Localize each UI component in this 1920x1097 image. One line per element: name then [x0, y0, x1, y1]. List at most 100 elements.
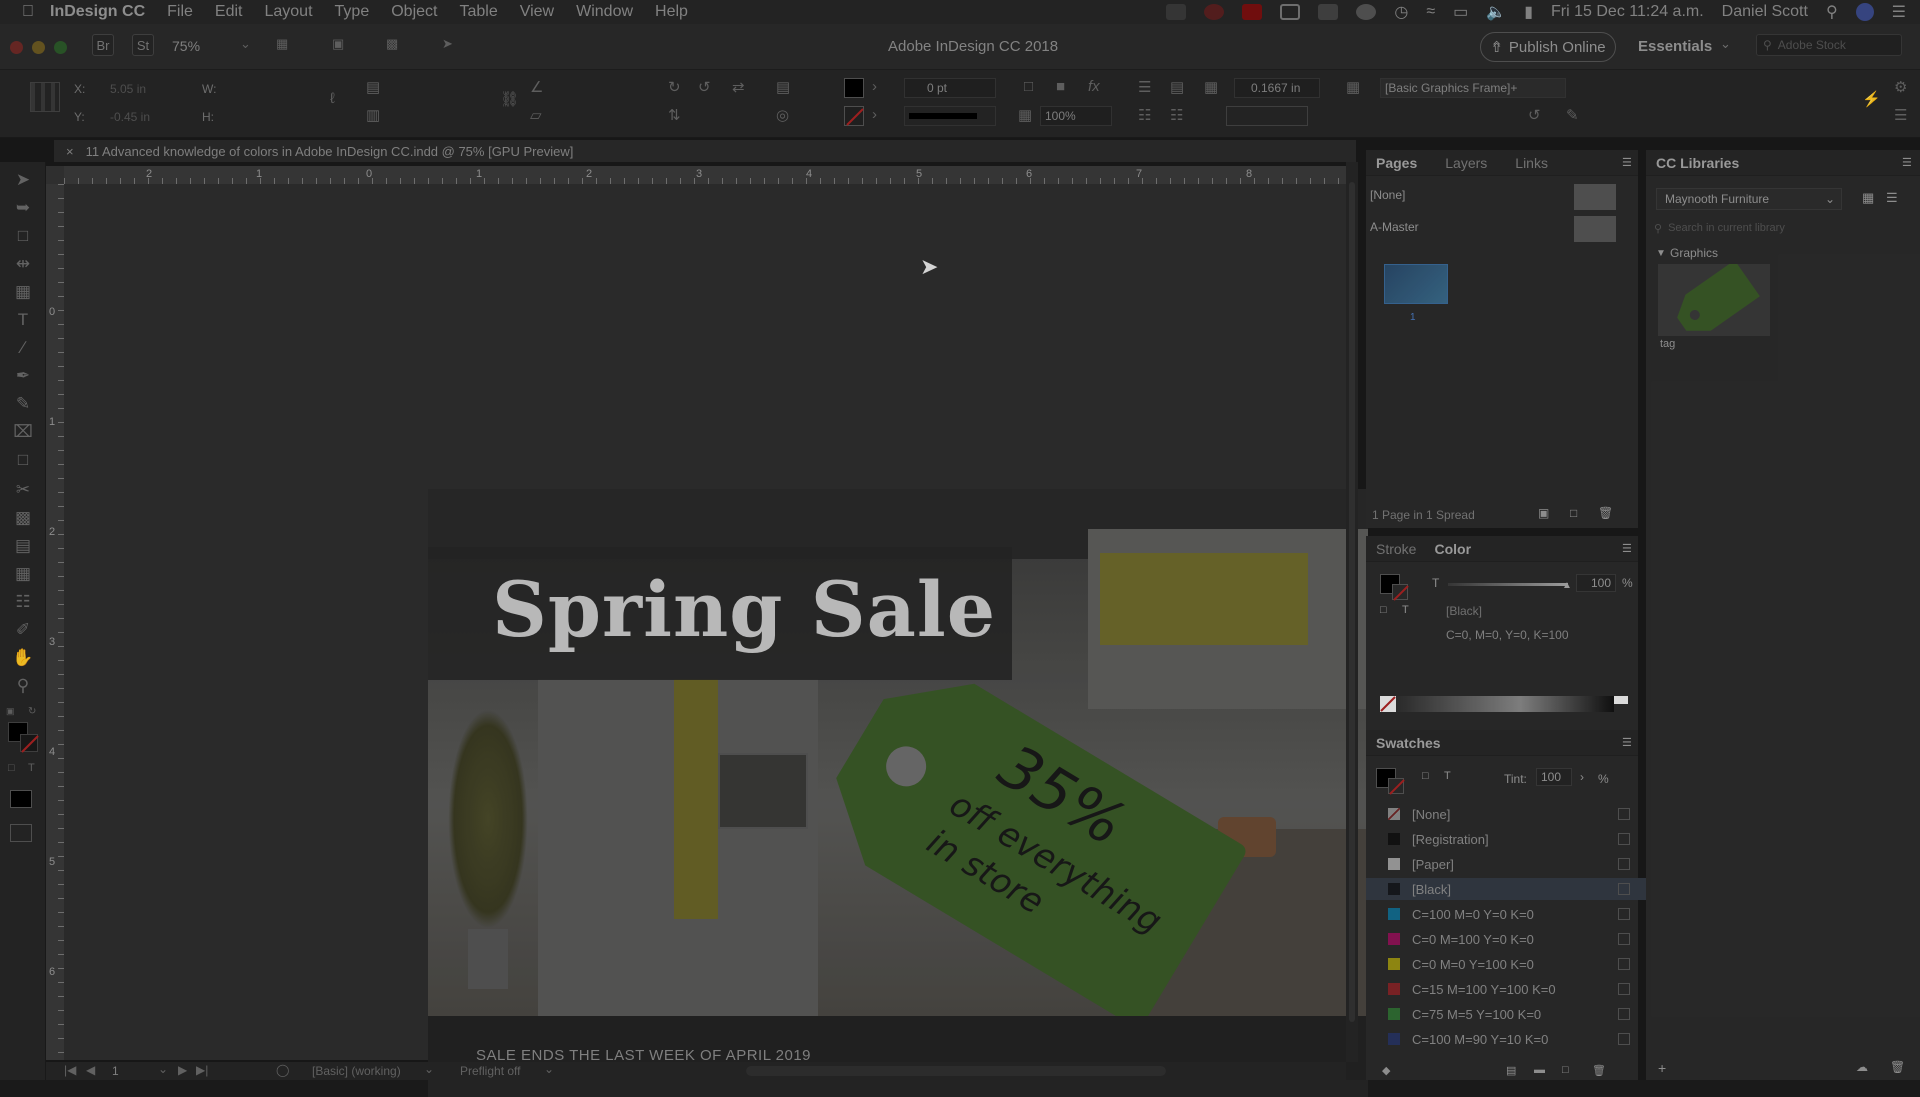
- fill-dropdown-icon[interactable]: ›: [872, 78, 877, 95]
- swatch-options-icon[interactable]: ▬: [1534, 1064, 1545, 1076]
- formatting-text-icon[interactable]: T: [28, 762, 35, 774]
- workspace-dropdown-icon[interactable]: ⌄: [1720, 36, 1731, 52]
- workspace-switcher[interactable]: Essentials: [1638, 38, 1712, 55]
- tab-links[interactable]: Links: [1515, 155, 1548, 171]
- horizontal-scrollbar[interactable]: [746, 1066, 1166, 1076]
- tag-asset-thumbnail[interactable]: [1658, 264, 1770, 336]
- text-wrap-icon[interactable]: ☰: [1138, 78, 1151, 96]
- preflight-status[interactable]: Preflight off: [460, 1064, 520, 1078]
- stroke-swatch[interactable]: [844, 106, 864, 126]
- page-tool-icon[interactable]: □: [12, 226, 34, 246]
- frame-fitting-icon[interactable]: □: [1024, 78, 1033, 95]
- show-swatch-kinds-icon[interactable]: ◆: [1382, 1064, 1390, 1077]
- corner-shape-dropdown[interactable]: [1226, 106, 1308, 126]
- reference-point-icon[interactable]: [30, 82, 60, 112]
- default-fill-stroke-icon[interactable]: ▣: [6, 706, 15, 717]
- clock-text[interactable]: Fri 15 Dec 11:24 a.m.: [1551, 3, 1704, 21]
- add-content-icon[interactable]: +: [1658, 1060, 1666, 1076]
- flip-vertical-icon[interactable]: ⇅: [668, 106, 681, 124]
- last-page-icon[interactable]: ▶|: [196, 1063, 208, 1077]
- shear-angle-icon[interactable]: ▱: [530, 106, 542, 124]
- stock-button[interactable]: St: [132, 34, 154, 56]
- new-color-group-icon[interactable]: ▤: [1506, 1064, 1516, 1077]
- panel-menu-icon[interactable]: ☰: [1622, 542, 1632, 555]
- zoom-window-button[interactable]: [54, 41, 67, 54]
- panel-menu-icon[interactable]: ☰: [1902, 156, 1912, 169]
- effects-fx-icon[interactable]: fx: [1088, 78, 1100, 95]
- display-icon[interactable]: [1280, 4, 1301, 20]
- page-1-thumbnail[interactable]: [1384, 264, 1448, 304]
- flip-horizontal-icon[interactable]: ⇄: [732, 78, 745, 96]
- lightning-icon[interactable]: ⚡: [1862, 90, 1881, 108]
- zoom-dropdown-icon[interactable]: ⌄: [240, 36, 251, 52]
- swatch-row[interactable]: C=0 M=100 Y=0 K=0: [1366, 928, 1646, 950]
- menu-table[interactable]: Table: [459, 3, 497, 21]
- canvas-vertical-scrollbar[interactable]: [1346, 162, 1358, 1062]
- volume-icon[interactable]: 🔈: [1486, 2, 1506, 22]
- formatting-container-icon[interactable]: □: [1380, 604, 1387, 616]
- drop-shadow-icon[interactable]: ■: [1056, 78, 1065, 95]
- spotlight-search-icon[interactable]: ⚲: [1826, 2, 1838, 22]
- close-document-icon[interactable]: ×: [66, 144, 74, 159]
- edit-page-size-icon[interactable]: ▣: [1538, 506, 1549, 520]
- stroke-type-dropdown[interactable]: [904, 106, 996, 126]
- battery-icon[interactable]: ▮: [1524, 2, 1533, 22]
- pencil-tool-icon[interactable]: ✎: [12, 394, 34, 414]
- rectangle-tool-icon[interactable]: □: [12, 450, 34, 470]
- color-stroke-box[interactable]: [1392, 584, 1409, 601]
- swatch-row[interactable]: C=100 M=90 Y=10 K=0: [1366, 1028, 1646, 1050]
- libraries-title[interactable]: CC Libraries: [1656, 155, 1739, 171]
- eyedropper-tool-icon[interactable]: ✐: [12, 620, 34, 640]
- rotate-angle-icon[interactable]: ∠: [530, 78, 543, 96]
- arrange-documents-icon[interactable]: ▩: [386, 36, 398, 52]
- screen-mode-button[interactable]: [10, 824, 32, 842]
- apple-menu-icon[interactable]: : [22, 3, 50, 21]
- swatch-row[interactable]: C=0 M=0 Y=100 K=0: [1366, 953, 1646, 975]
- y-value[interactable]: -0.45 in: [110, 110, 150, 124]
- master-none-label[interactable]: [None]: [1370, 188, 1405, 202]
- chain-link-icon[interactable]: ⛓: [500, 90, 519, 108]
- airplay-icon[interactable]: ▭: [1453, 2, 1468, 22]
- swatch-stroke-box[interactable]: [1388, 778, 1405, 795]
- gradient-swatch-tool-icon[interactable]: ▤: [12, 536, 34, 556]
- stroke-dropdown-icon[interactable]: ›: [872, 106, 877, 123]
- apply-color-button[interactable]: [10, 790, 32, 808]
- content-collector-icon[interactable]: ▦: [12, 282, 34, 302]
- swatch-row[interactable]: [Paper]: [1366, 853, 1646, 875]
- horizontal-ruler[interactable]: 2 1 0 1 2 3 4 5 6 7 8: [64, 166, 1346, 184]
- grid-app-icon[interactable]: [1318, 4, 1339, 20]
- pasteboard[interactable]: Spring Sale 35% off everything in store …: [64, 184, 1368, 1097]
- time-machine-icon[interactable]: ◷: [1394, 2, 1408, 22]
- tint-slider-track[interactable]: [1448, 583, 1568, 586]
- swatch-row[interactable]: C=15 M=100 Y=100 K=0: [1366, 978, 1646, 1000]
- scale-y-icon[interactable]: ▥: [366, 106, 380, 124]
- adobe-stock-search[interactable]: ⚲ Adobe Stock: [1756, 34, 1902, 56]
- page-number[interactable]: 1: [112, 1064, 119, 1078]
- user-name[interactable]: Daniel Scott: [1722, 3, 1808, 21]
- direct-selection-tool-icon[interactable]: ➥: [12, 198, 34, 218]
- creative-cloud-icon[interactable]: [1204, 4, 1225, 20]
- scroll-thumb[interactable]: [1349, 182, 1355, 1022]
- type-tool-icon[interactable]: T: [12, 310, 34, 330]
- tint-field[interactable]: 100: [1576, 574, 1616, 592]
- cloud-icon[interactable]: [1356, 4, 1377, 20]
- swatches-title[interactable]: Swatches: [1376, 735, 1441, 751]
- style-dropdown-icon[interactable]: ⌄: [424, 1062, 434, 1076]
- siri-icon[interactable]: [1855, 3, 1874, 21]
- library-dropdown[interactable]: Maynooth Furniture ⌄: [1656, 188, 1842, 210]
- list-view-icon[interactable]: ☰: [1886, 190, 1898, 206]
- free-transform-tool-icon[interactable]: ▩: [12, 508, 34, 528]
- swatch-row[interactable]: C=100 M=0 Y=0 K=0: [1366, 903, 1646, 925]
- menu-edit[interactable]: Edit: [215, 3, 243, 21]
- menu-help[interactable]: Help: [655, 3, 688, 21]
- delete-page-icon[interactable]: 🗑: [1598, 506, 1613, 520]
- clear-overrides-icon[interactable]: ↺: [1528, 106, 1541, 124]
- base-style-text[interactable]: [Basic] (working): [312, 1064, 401, 1078]
- red-app-icon[interactable]: [1242, 4, 1263, 20]
- menu-type[interactable]: Type: [335, 3, 370, 21]
- control-menu-icon[interactable]: ☰: [1894, 106, 1907, 124]
- white-swatch[interactable]: [1614, 696, 1628, 704]
- offset-field[interactable]: 0.1667 in: [1234, 78, 1320, 98]
- tab-stroke[interactable]: Stroke: [1376, 541, 1416, 557]
- master-none-thumbnail[interactable]: [1574, 184, 1616, 210]
